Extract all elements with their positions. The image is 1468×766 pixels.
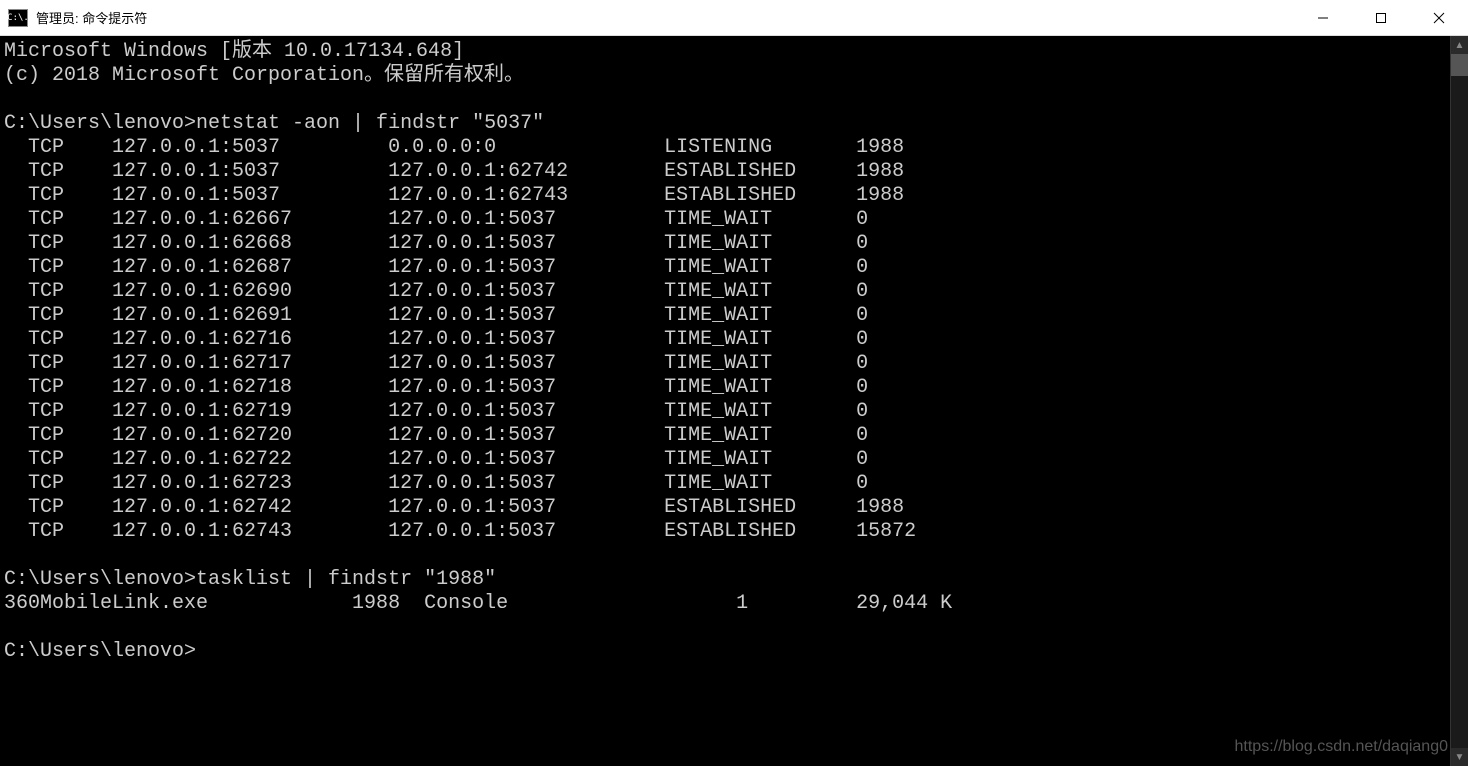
- console-area[interactable]: Microsoft Windows [版本 10.0.17134.648](c)…: [0, 36, 1468, 766]
- scroll-down-arrow[interactable]: ▼: [1451, 748, 1468, 766]
- titlebar: C:\. 管理员: 命令提示符: [0, 0, 1468, 36]
- cmd-icon: C:\.: [8, 9, 28, 27]
- console-line: [4, 616, 1450, 640]
- console-output[interactable]: Microsoft Windows [版本 10.0.17134.648](c)…: [0, 36, 1450, 766]
- console-line: TCP 127.0.0.1:62743 127.0.0.1:5037 ESTAB…: [4, 520, 1450, 544]
- console-line: TCP 127.0.0.1:62722 127.0.0.1:5037 TIME_…: [4, 448, 1450, 472]
- console-line: TCP 127.0.0.1:62723 127.0.0.1:5037 TIME_…: [4, 472, 1450, 496]
- console-line: TCP 127.0.0.1:62691 127.0.0.1:5037 TIME_…: [4, 304, 1450, 328]
- console-line: 360MobileLink.exe 1988 Console 1 29,044 …: [4, 592, 1450, 616]
- console-line: TCP 127.0.0.1:62716 127.0.0.1:5037 TIME_…: [4, 328, 1450, 352]
- console-line: TCP 127.0.0.1:5037 0.0.0.0:0 LISTENING 1…: [4, 136, 1450, 160]
- console-line: C:\Users\lenovo>tasklist | findstr "1988…: [4, 568, 1450, 592]
- close-button[interactable]: [1410, 0, 1468, 35]
- watermark-text: https://blog.csdn.net/daqiang0: [1235, 738, 1449, 756]
- console-line: [4, 544, 1450, 568]
- console-line: TCP 127.0.0.1:62687 127.0.0.1:5037 TIME_…: [4, 256, 1450, 280]
- scroll-thumb[interactable]: [1451, 54, 1468, 76]
- vertical-scrollbar[interactable]: ▲ ▼: [1450, 36, 1468, 766]
- maximize-button[interactable]: [1352, 0, 1410, 35]
- window-title: 管理员: 命令提示符: [36, 8, 1294, 27]
- console-line: TCP 127.0.0.1:62718 127.0.0.1:5037 TIME_…: [4, 376, 1450, 400]
- console-line: C:\Users\lenovo>: [4, 640, 1450, 664]
- console-line: TCP 127.0.0.1:62717 127.0.0.1:5037 TIME_…: [4, 352, 1450, 376]
- console-line: TCP 127.0.0.1:62690 127.0.0.1:5037 TIME_…: [4, 280, 1450, 304]
- console-line: C:\Users\lenovo>netstat -aon | findstr "…: [4, 112, 1450, 136]
- console-line: TCP 127.0.0.1:62742 127.0.0.1:5037 ESTAB…: [4, 496, 1450, 520]
- console-line: TCP 127.0.0.1:5037 127.0.0.1:62742 ESTAB…: [4, 160, 1450, 184]
- console-line: TCP 127.0.0.1:62719 127.0.0.1:5037 TIME_…: [4, 400, 1450, 424]
- console-line: TCP 127.0.0.1:62667 127.0.0.1:5037 TIME_…: [4, 208, 1450, 232]
- console-line: TCP 127.0.0.1:62668 127.0.0.1:5037 TIME_…: [4, 232, 1450, 256]
- console-line: [4, 88, 1450, 112]
- console-line: (c) 2018 Microsoft Corporation。保留所有权利。: [4, 64, 1450, 88]
- console-line: TCP 127.0.0.1:62720 127.0.0.1:5037 TIME_…: [4, 424, 1450, 448]
- window-controls: [1294, 0, 1468, 35]
- console-line: Microsoft Windows [版本 10.0.17134.648]: [4, 40, 1450, 64]
- minimize-button[interactable]: [1294, 0, 1352, 35]
- scroll-up-arrow[interactable]: ▲: [1451, 36, 1468, 54]
- console-line: TCP 127.0.0.1:5037 127.0.0.1:62743 ESTAB…: [4, 184, 1450, 208]
